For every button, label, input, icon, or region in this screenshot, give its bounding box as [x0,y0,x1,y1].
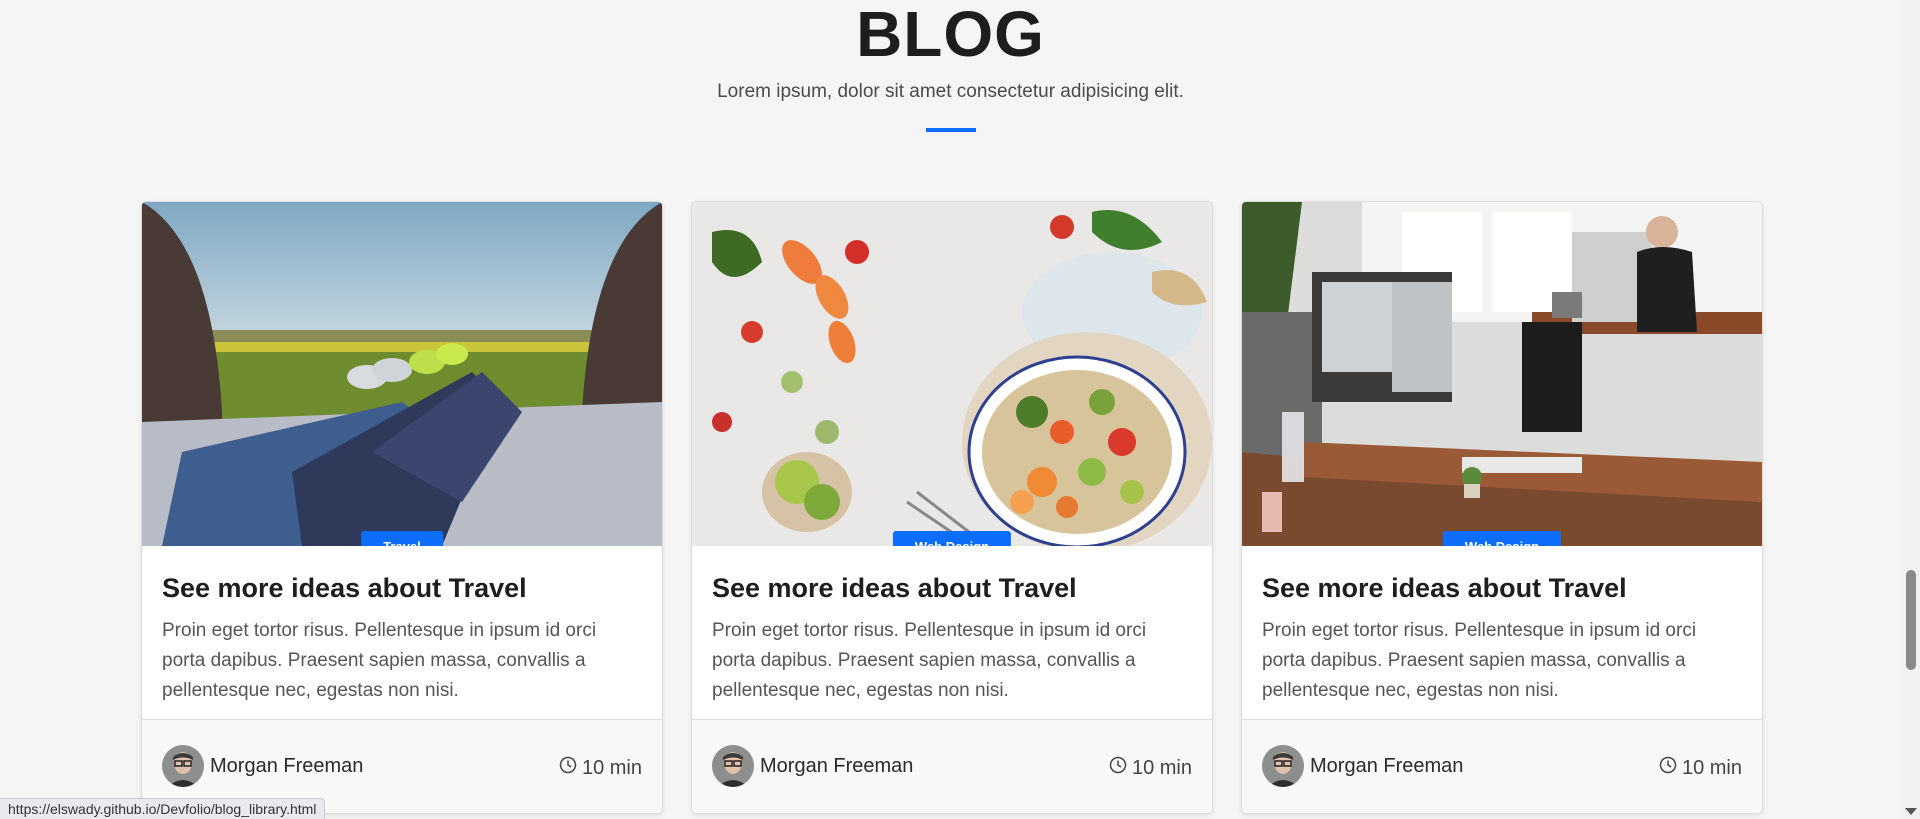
card-body: See more ideas about Travel Proin eget t… [142,546,662,706]
blog-card[interactable]: Web Design See more ideas about Travel P… [691,201,1213,814]
author[interactable]: Morgan Freeman [712,745,913,787]
author[interactable]: Morgan Freeman [162,745,363,787]
card-footer: Morgan Freeman 10 min [1242,719,1762,813]
author[interactable]: Morgan Freeman [1262,745,1463,787]
card-text: Proin eget tortor risus. Pellentesque in… [712,620,1147,701]
link-status-bar: https://elswady.github.io/Devfolio/blog_… [0,798,326,819]
card-title[interactable]: See more ideas about Travel [162,572,642,604]
read-time-label: 10 min [1131,756,1192,779]
section-subtitle: Lorem ipsum, dolor sit amet consectetur … [717,81,1184,102]
title-underline [925,128,976,132]
category-badge[interactable]: Travel [361,531,443,546]
clock-icon [1109,756,1127,780]
avatar [712,745,754,787]
card-text: Proin eget tortor risus. Pellentesque in… [162,620,597,701]
card-footer: Morgan Freeman 10 min [692,719,1212,813]
clock-icon [1659,756,1677,780]
section-title: BLOG [856,0,1045,70]
clock-icon [559,756,577,780]
section-header: BLOG Lorem ipsum, dolor sit amet consect… [0,0,1901,132]
read-time: 10 min [1109,756,1192,780]
read-time: 10 min [559,756,642,780]
card-body: See more ideas about Travel Proin eget t… [1242,546,1762,706]
card-title[interactable]: See more ideas about Travel [712,572,1192,604]
scrollbar-thumb[interactable] [1906,570,1916,670]
card-body: See more ideas about Travel Proin eget t… [692,546,1212,706]
blog-card[interactable]: Travel See more ideas about Travel Proin… [141,201,663,814]
author-name: Morgan Freeman [760,754,914,777]
vertical-scrollbar[interactable] [1901,0,1920,819]
card-image-office[interactable]: Web Design [1242,202,1762,546]
card-image-food[interactable]: Web Design [692,202,1212,546]
card-image-travel[interactable]: Travel [142,202,662,546]
read-time-label: 10 min [1681,756,1742,779]
author-name: Morgan Freeman [210,754,364,777]
author-name: Morgan Freeman [1310,754,1464,777]
scroll-down-arrow-icon[interactable] [1905,808,1917,815]
office-image [1242,202,1762,546]
food-image [692,202,1212,546]
category-badge[interactable]: Web Design [892,531,1012,546]
read-time-label: 10 min [581,756,642,779]
card-text: Proin eget tortor risus. Pellentesque in… [1262,620,1697,701]
card-title[interactable]: See more ideas about Travel [1262,572,1742,604]
category-badge[interactable]: Web Design [1442,531,1562,546]
avatar [162,745,204,787]
read-time: 10 min [1659,756,1742,780]
blog-card[interactable]: Web Design See more ideas about Travel P… [1241,201,1763,814]
avatar [1262,745,1304,787]
page: BLOG Lorem ipsum, dolor sit amet consect… [0,0,1920,819]
travel-image [142,202,662,546]
